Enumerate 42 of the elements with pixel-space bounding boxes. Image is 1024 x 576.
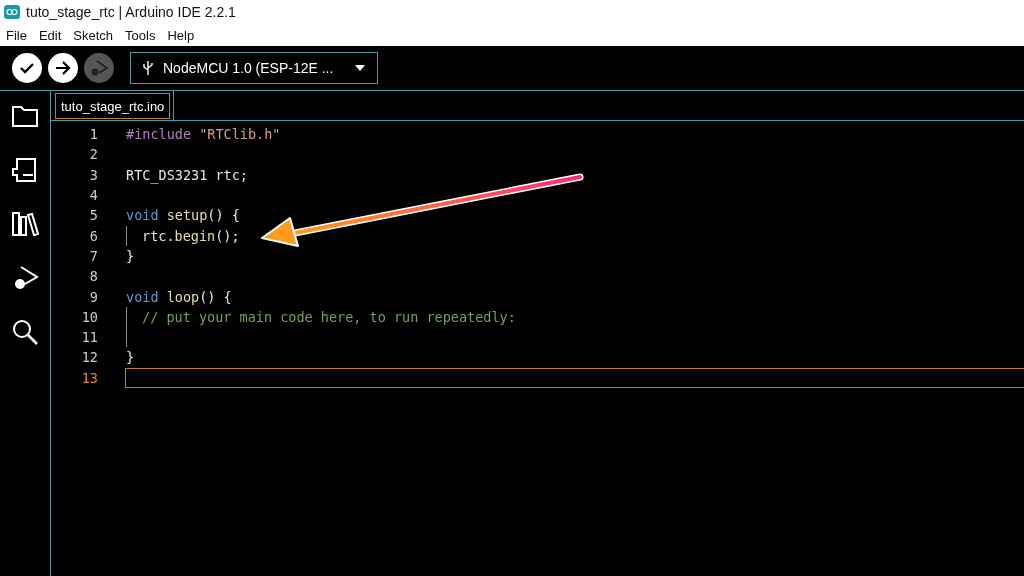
line-number: 5 xyxy=(88,207,98,224)
code-line: rtc.begin(); xyxy=(142,227,240,244)
search-button[interactable] xyxy=(10,317,40,347)
caret-icon xyxy=(355,65,365,71)
line-number: 12 xyxy=(80,349,98,366)
bug-play-icon xyxy=(89,58,109,78)
board-selector[interactable]: NodeMCU 1.0 (ESP-12E ... xyxy=(130,52,378,84)
line-number: 2 xyxy=(88,146,98,163)
search-icon xyxy=(11,318,39,346)
line-number: 4 xyxy=(88,187,98,204)
upload-button[interactable] xyxy=(48,53,78,83)
code-line: } xyxy=(126,349,135,366)
code-line: } xyxy=(126,247,135,264)
code-line: RTC_DS3231 rtc; xyxy=(126,166,248,183)
books-icon xyxy=(11,211,39,237)
line-number: 10 xyxy=(80,308,98,325)
usb-icon xyxy=(143,60,153,76)
menu-item[interactable]: Edit xyxy=(32,27,68,43)
menu-item[interactable]: Sketch xyxy=(67,27,120,43)
board-icon xyxy=(11,157,39,183)
app-logo-icon xyxy=(4,5,20,19)
line-number: 11 xyxy=(80,329,98,346)
folder-icon xyxy=(11,104,39,128)
arrow-right-icon xyxy=(54,59,72,77)
line-number: 3 xyxy=(88,166,98,183)
menu-item[interactable]: File xyxy=(0,27,33,43)
code-line: // put your main code here, to run repeatedly: xyxy=(142,308,516,325)
line-number: 13 xyxy=(80,369,98,386)
code-line: #include "RTClib.h" xyxy=(126,126,281,143)
code-line: void loop() { xyxy=(126,288,232,305)
library-button[interactable] xyxy=(10,209,40,239)
verify-button[interactable] xyxy=(12,53,42,83)
menu-item[interactable]: Help xyxy=(161,27,201,43)
window-title: tuto_stage_rtc | Arduino IDE 2.2.1 xyxy=(26,4,236,20)
file-tab[interactable]: tuto_stage_rtc.ino xyxy=(55,93,171,119)
menu-item[interactable]: Tools xyxy=(119,27,162,43)
line-number: 1 xyxy=(88,126,98,143)
code-line: void setup() { xyxy=(126,207,240,224)
line-number: 7 xyxy=(88,247,98,264)
line-number: 6 xyxy=(88,227,98,244)
line-number: 8 xyxy=(88,268,98,285)
line-number: 9 xyxy=(88,288,98,305)
